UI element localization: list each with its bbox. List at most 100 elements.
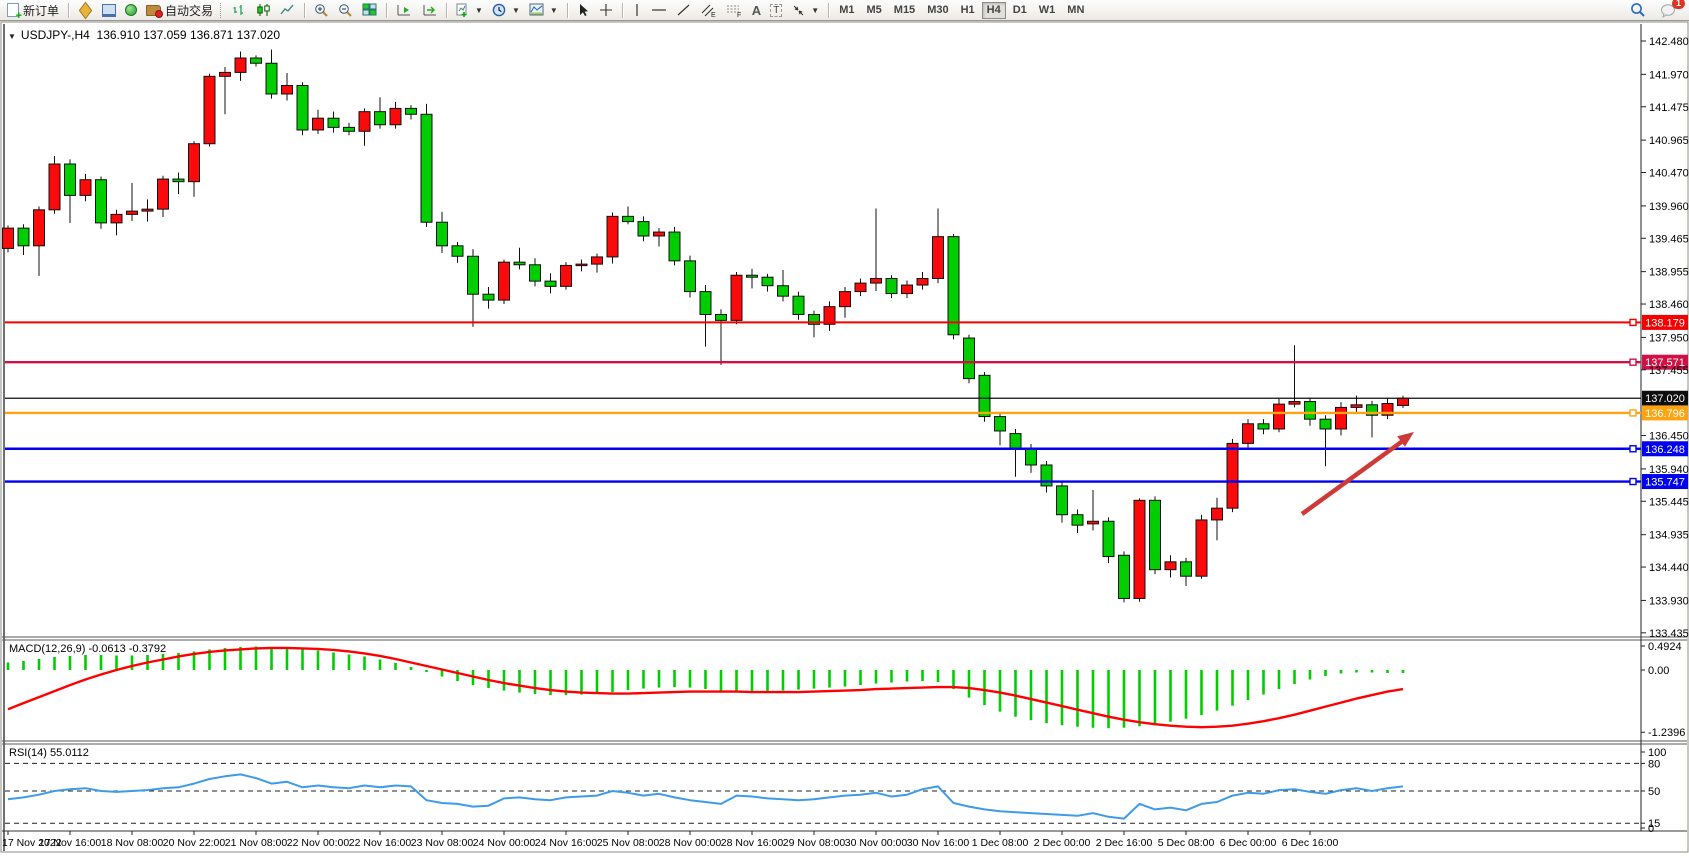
symbols-button[interactable] xyxy=(74,1,97,19)
time-axis-label: 24 Nov 16:00 xyxy=(535,837,598,849)
chart-shift-button[interactable] xyxy=(417,1,441,19)
indicators-button[interactable]: ▼ xyxy=(452,1,487,19)
crosshair-tool-button[interactable] xyxy=(595,1,617,19)
candle-bear xyxy=(762,277,773,286)
candle-bull xyxy=(576,264,587,266)
time-axis-label: 6 Dec 00:00 xyxy=(1220,837,1277,849)
candle-bear xyxy=(747,275,758,277)
bar-chart-button[interactable] xyxy=(228,1,251,19)
price-axis-tick: 133.930 xyxy=(1649,595,1689,607)
candle-bear xyxy=(638,222,649,236)
candle-bull xyxy=(1212,508,1223,520)
candle-bull xyxy=(282,85,293,94)
cursor-tool-button[interactable] xyxy=(573,1,594,19)
price-axis-tick: 141.970 xyxy=(1649,69,1689,81)
candle-bull xyxy=(1243,424,1254,444)
terminal-button[interactable] xyxy=(98,1,120,19)
vertical-line-tool-button[interactable] xyxy=(628,1,646,19)
candle-bear xyxy=(514,262,525,265)
candle-chart-button[interactable] xyxy=(252,1,275,19)
candle-bull xyxy=(1088,521,1099,524)
zoom-out-icon xyxy=(338,3,353,18)
zoom-in-button[interactable] xyxy=(310,1,333,19)
hline-handle[interactable] xyxy=(1630,410,1636,416)
auto-scroll-button[interactable] xyxy=(392,1,416,19)
autotrade-icon xyxy=(146,5,161,16)
chart-canvas[interactable]: 138.179137.571137.020136.796136.248135.7… xyxy=(0,0,1689,858)
price-line-label: 136.796 xyxy=(1645,408,1685,420)
toolbar-separator xyxy=(68,3,69,18)
timeframe-button-m5[interactable]: M5 xyxy=(862,2,887,19)
symbol-dropdown-icon[interactable]: ▼ xyxy=(8,32,16,41)
candle-bull xyxy=(607,216,618,257)
candle-bull xyxy=(80,180,91,196)
candle-bear xyxy=(173,179,184,182)
trendline-icon xyxy=(676,3,691,17)
periods-button[interactable]: ▼ xyxy=(488,1,524,19)
new-order-button[interactable]: 新订单 xyxy=(3,1,63,19)
candle-bear xyxy=(793,296,804,314)
timeframe-button-mn[interactable]: MN xyxy=(1062,2,1089,19)
timeframe-button-m15[interactable]: M15 xyxy=(889,2,920,19)
hline-handle[interactable] xyxy=(1630,479,1636,485)
hline-handle[interactable] xyxy=(1630,446,1636,452)
horizontal-line-tool-button[interactable] xyxy=(647,1,671,19)
candle-bull xyxy=(1336,407,1347,429)
toolbar-separator xyxy=(567,3,568,18)
templates-button[interactable]: ▼ xyxy=(525,1,562,19)
macd-axis-tick: 0.00 xyxy=(1648,665,1669,677)
chevron-down-icon: ▼ xyxy=(512,6,520,15)
candle-bear xyxy=(669,232,680,261)
fibonacci-tool-button[interactable]: F xyxy=(722,1,747,19)
timeframe-button-m1[interactable]: M1 xyxy=(834,2,859,19)
candle-bull xyxy=(871,279,882,284)
timeframe-button-h1[interactable]: H1 xyxy=(956,2,980,19)
time-axis-label: 18 Nov 08:00 xyxy=(101,837,164,849)
hline-handle[interactable] xyxy=(1630,359,1636,365)
arrows-tool-button[interactable]: ▼ xyxy=(787,1,823,19)
tile-windows-icon xyxy=(362,3,377,17)
line-chart-button[interactable] xyxy=(276,1,299,19)
candle-bull xyxy=(127,211,138,214)
candle-bull xyxy=(731,275,742,320)
text-label-icon: T xyxy=(770,4,782,17)
new-order-icon xyxy=(7,3,19,17)
candle-bull xyxy=(3,228,14,248)
candle-bull xyxy=(158,179,169,209)
candle-bull xyxy=(390,108,401,124)
autotrade-button[interactable]: 自动交易 xyxy=(142,1,217,19)
candle-bear xyxy=(778,286,789,296)
price-axis-tick: 139.465 xyxy=(1649,233,1689,245)
candle-bull xyxy=(235,58,246,72)
timeframe-button-d1[interactable]: D1 xyxy=(1008,2,1032,19)
search-button[interactable] xyxy=(1626,1,1650,19)
candle-bull xyxy=(592,257,603,264)
hline-handle[interactable] xyxy=(1630,319,1636,325)
timeframe-button-w1[interactable]: W1 xyxy=(1034,2,1061,19)
price-axis-tick: 134.935 xyxy=(1649,530,1689,542)
candle-bull xyxy=(933,237,944,279)
trendline-tool-button[interactable] xyxy=(672,1,695,19)
tile-windows-button[interactable] xyxy=(358,1,381,19)
timeframe-button-h4[interactable]: H4 xyxy=(982,2,1006,19)
timeframe-button-m30[interactable]: M30 xyxy=(922,2,953,19)
text-tool-button[interactable]: A xyxy=(748,1,765,19)
zoom-out-button[interactable] xyxy=(334,1,357,19)
candle-bear xyxy=(1119,555,1130,598)
candle-bull xyxy=(34,210,45,246)
candle-bear xyxy=(406,108,417,114)
candle-bull xyxy=(1274,404,1285,429)
price-line-label: 138.179 xyxy=(1645,317,1685,329)
time-axis-label: 21 Nov 08:00 xyxy=(225,837,288,849)
candle-bear xyxy=(685,261,696,292)
candle-bull xyxy=(840,292,851,307)
text-label-tool-button[interactable]: T xyxy=(766,1,786,19)
time-axis-label: 22 Nov 00:00 xyxy=(287,837,350,849)
candle-bear xyxy=(1026,449,1037,465)
templates-icon xyxy=(529,3,545,17)
signals-button[interactable] xyxy=(121,1,141,19)
channel-tool-button[interactable]: E xyxy=(696,1,721,19)
notifications-button[interactable]: 1 xyxy=(1656,1,1680,19)
terminal-icon xyxy=(102,4,116,17)
chevron-down-icon: ▼ xyxy=(550,6,558,15)
